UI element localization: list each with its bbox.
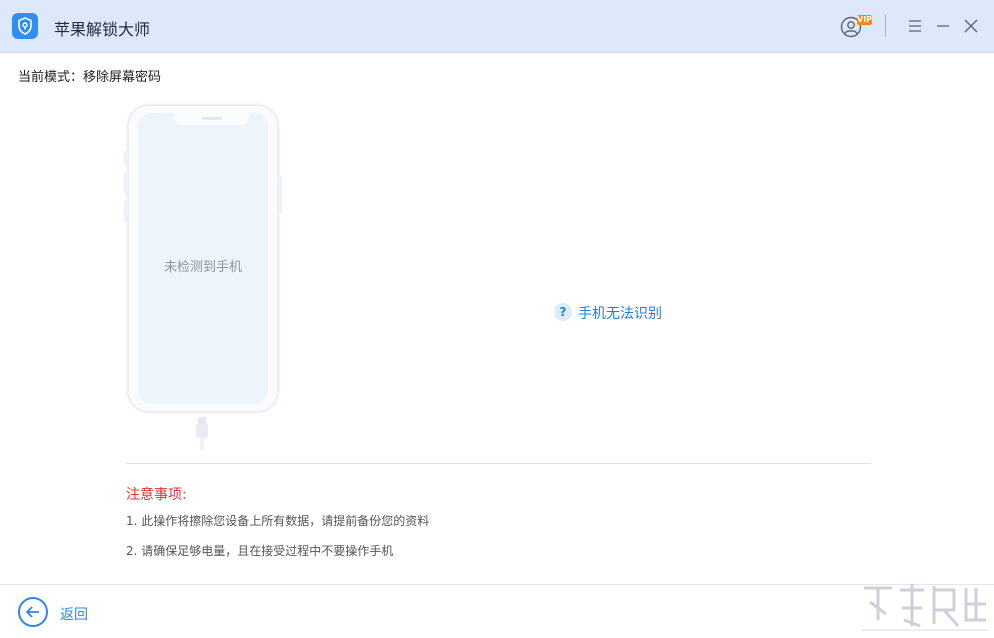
phone-illustration: 未检测到手机 (124, 104, 282, 413)
note-item: 1. 此操作将擦除您设备上所有数据，请提前备份您的资料 (126, 514, 430, 528)
app-window: 苹果解锁大师 VIP 当前模式：移除屏幕密码 未检测到手机 ? 手机无法识别 注… (0, 0, 994, 638)
app-title: 苹果解锁大师 (54, 20, 151, 39)
user-account-button[interactable]: VIP (840, 15, 872, 39)
section-divider (126, 463, 871, 464)
footer-divider (0, 584, 994, 585)
back-label: 返回 (60, 607, 88, 623)
phone-speaker (202, 117, 222, 120)
close-button[interactable] (961, 16, 981, 36)
help-link-text: 手机无法识别 (578, 306, 662, 322)
phone-side-button (278, 176, 282, 214)
minimize-button[interactable] (933, 16, 953, 36)
phone-side-button (124, 200, 128, 222)
current-mode-label: 当前模式：移除屏幕密码 (18, 70, 162, 85)
close-icon (964, 19, 978, 33)
title-bar: 苹果解锁大师 VIP (0, 0, 994, 53)
notes-title: 注意事项: (126, 487, 187, 503)
phone-side-button (124, 172, 128, 194)
titlebar-divider (885, 15, 886, 37)
vip-badge: VIP (857, 15, 873, 25)
phone-side-button (124, 151, 128, 165)
minimize-icon (937, 25, 949, 27)
shield-lock-icon (12, 13, 38, 39)
menu-icon (909, 20, 921, 32)
site-watermark-logo (862, 584, 988, 631)
question-icon: ? (554, 303, 572, 321)
lightning-cable-icon (196, 417, 208, 451)
menu-button[interactable] (905, 16, 925, 36)
device-status-text: 未检测到手机 (163, 260, 242, 275)
phone-notch (174, 113, 250, 125)
back-arrow-icon (18, 597, 48, 627)
note-item: 2. 请确保足够电量，且在接受过程中不要操作手机 (126, 544, 394, 558)
